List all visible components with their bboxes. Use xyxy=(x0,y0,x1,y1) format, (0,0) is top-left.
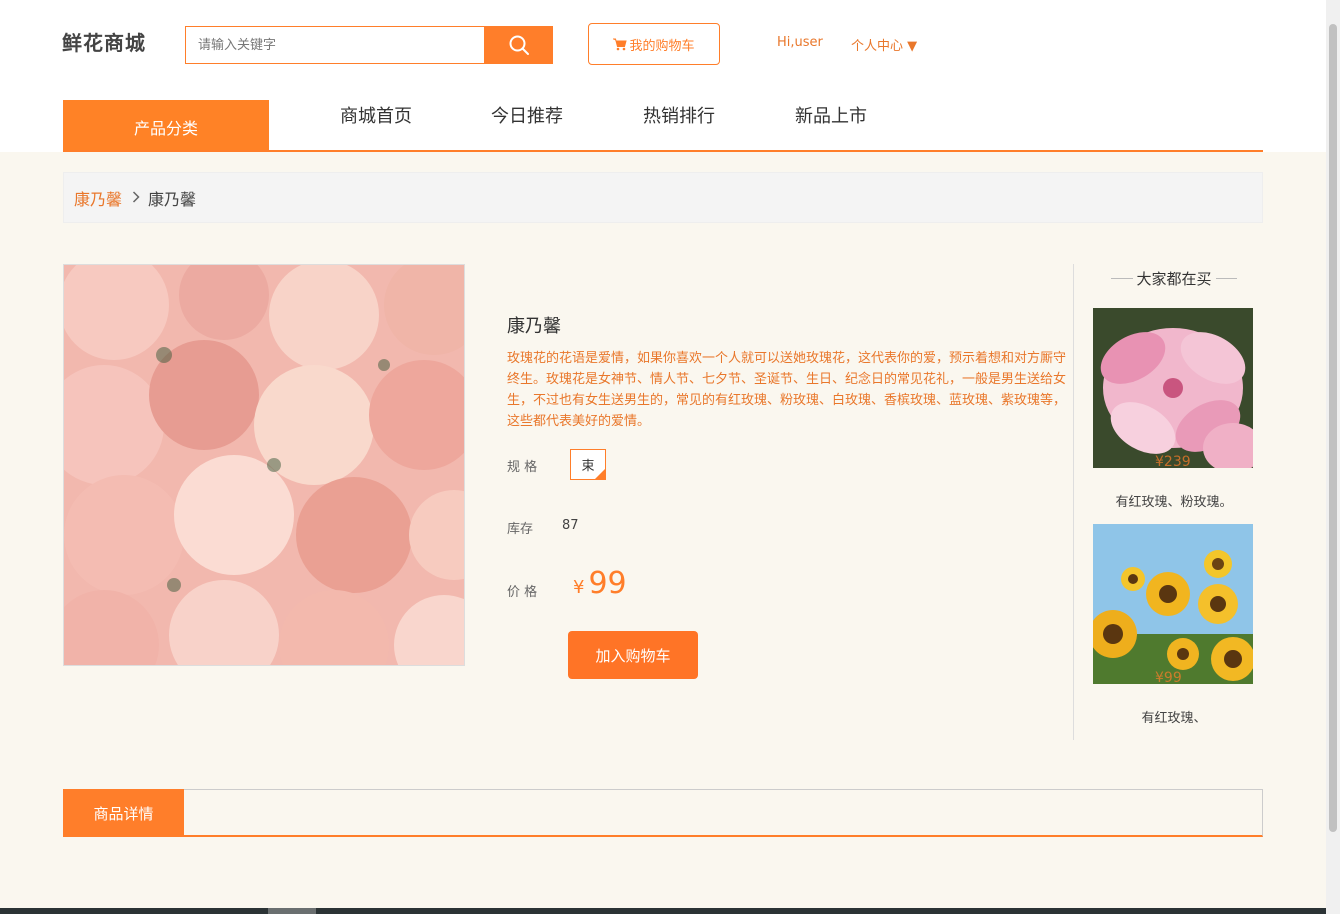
sidebar-product-image[interactable]: ¥99 xyxy=(1093,524,1253,684)
spec-label: 规 格 xyxy=(507,460,538,475)
currency-symbol: ¥ xyxy=(573,577,585,598)
sidebar-title-text: 大家都在买 xyxy=(1136,270,1212,288)
product-category-button[interactable]: 产品分类 xyxy=(63,100,269,150)
price-label: 价 格 xyxy=(507,585,538,600)
stock-label: 库存 xyxy=(507,522,534,537)
horizontal-scrollbar[interactable] xyxy=(0,908,1326,914)
cart-label: 我的购物车 xyxy=(629,38,695,54)
search-bar xyxy=(185,26,553,64)
sidebar-product-price: ¥99 xyxy=(1155,670,1182,684)
price-value: 99 xyxy=(588,566,627,601)
sidebar-product-image[interactable]: ¥239 xyxy=(1093,308,1253,468)
main-nav: 产品分类 商城首页 今日推荐 热销排行 新品上市 xyxy=(63,100,1263,152)
breadcrumb: 康乃馨 康乃馨 xyxy=(63,172,1263,223)
breadcrumb-current: 康乃馨 xyxy=(148,189,197,209)
spec-option-label: 束 xyxy=(581,459,595,474)
search-icon xyxy=(509,35,529,55)
vertical-scrollbar[interactable] xyxy=(1326,0,1340,914)
search-button[interactable] xyxy=(484,26,553,64)
stock-value: 87 xyxy=(562,518,579,533)
everyone-buying-sidebar: 大家都在买 ¥239 有红玫瑰、粉玫瑰。 ¥99 有红玫瑰、 xyxy=(1073,264,1263,740)
nav-item-today-recommend[interactable]: 今日推荐 xyxy=(491,102,563,128)
horizontal-scrollbar-thumb[interactable] xyxy=(268,908,316,914)
product-image xyxy=(63,264,465,666)
sidebar-product-desc[interactable]: 有红玫瑰、 xyxy=(1074,707,1274,726)
header: 鲜花商城 我的购物车 Hi,user 个人中心 ▼ 产品分类 商城首页 今日推荐… xyxy=(0,0,1326,152)
product-title: 康乃馨 xyxy=(507,316,561,337)
selected-corner-icon xyxy=(595,469,605,479)
user-center-dropdown[interactable]: 个人中心 ▼ xyxy=(851,35,917,54)
search-input[interactable] xyxy=(185,26,485,64)
add-to-cart-button[interactable]: 加入购物车 xyxy=(568,631,698,679)
sidebar-title: 大家都在买 xyxy=(1111,268,1238,289)
divider xyxy=(1111,278,1133,279)
product-detail-section: 商品详情 xyxy=(63,789,1263,837)
product-info: 康乃馨 玫瑰花的花语是爱情，如果你喜欢一个人就可以送她玫瑰花，这代表你的爱，预示… xyxy=(507,312,1072,432)
sidebar-product-desc[interactable]: 有红玫瑰、粉玫瑰。 xyxy=(1074,491,1274,510)
spec-option[interactable]: 束 xyxy=(570,449,606,480)
divider xyxy=(1215,278,1238,279)
breadcrumb-link[interactable]: 康乃馨 xyxy=(74,186,122,210)
user-greeting[interactable]: Hi,user xyxy=(777,35,823,50)
sidebar-product-price: ¥239 xyxy=(1155,454,1191,468)
my-cart-button[interactable]: 我的购物车 xyxy=(588,23,720,65)
site-logo[interactable]: 鲜花商城 xyxy=(62,27,146,56)
product-description: 玫瑰花的花语是爱情，如果你喜欢一个人就可以送她玫瑰花，这代表你的爱，预示着想和对… xyxy=(507,351,1067,429)
cart-icon xyxy=(613,38,628,50)
nav-item-hot-ranking[interactable]: 热销排行 xyxy=(643,102,715,128)
nav-item-home[interactable]: 商城首页 xyxy=(340,102,412,128)
nav-item-new-arrivals[interactable]: 新品上市 xyxy=(795,102,867,128)
tab-product-detail[interactable]: 商品详情 xyxy=(63,789,184,837)
product-price: ¥ 99 xyxy=(573,566,627,601)
chevron-right-icon xyxy=(132,188,140,207)
scrollbar-thumb[interactable] xyxy=(1329,24,1337,832)
